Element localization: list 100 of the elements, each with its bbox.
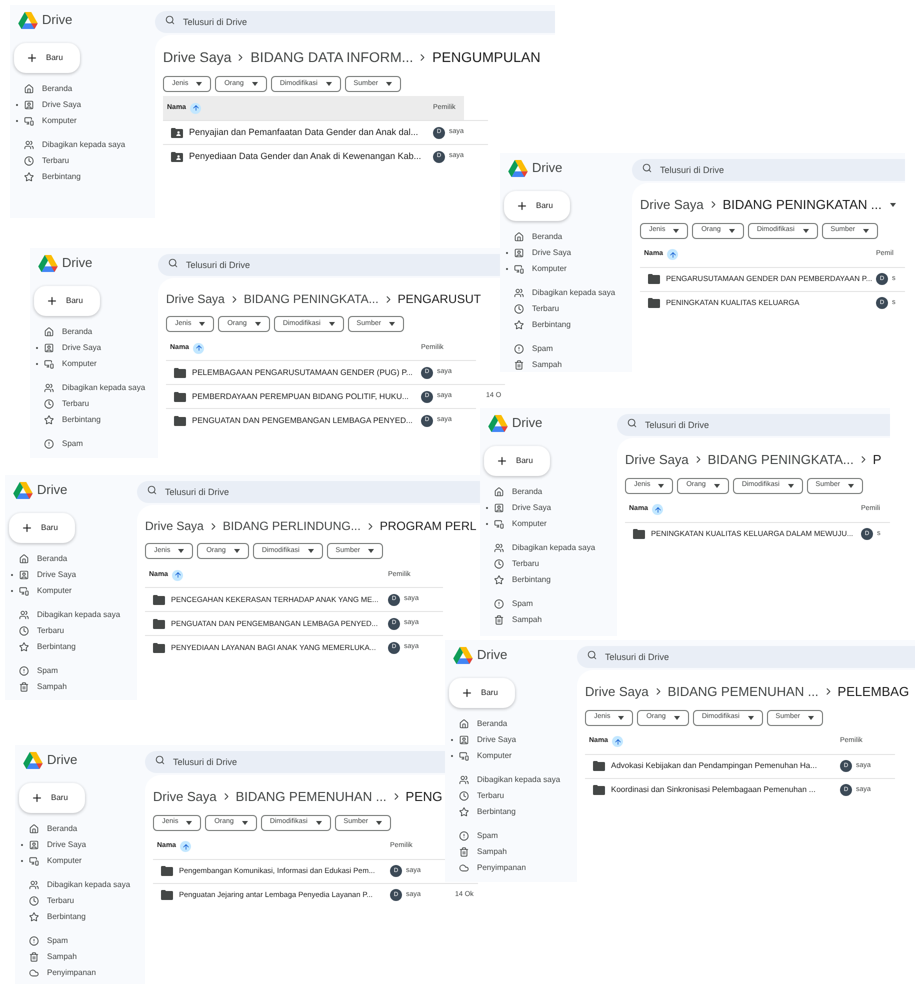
nav-item[interactable]: Drive Saya: [34, 340, 158, 356]
breadcrumb-item[interactable]: PENGARUSUT: [398, 290, 481, 308]
nav-item[interactable]: Penyimpanan: [19, 965, 145, 981]
nav-item[interactable]: Drive Saya: [484, 500, 617, 516]
breadcrumb-item[interactable]: BIDANG DATA INFORM...: [250, 47, 414, 68]
nav-item[interactable]: Drive Saya: [19, 837, 145, 853]
breadcrumb-item[interactable]: PROGRAM PERL: [380, 517, 476, 535]
caret-icon: [326, 82, 332, 86]
nav-item[interactable]: Dibagikan kepada saya: [19, 877, 145, 893]
breadcrumb-item[interactable]: Drive Saya: [153, 787, 217, 806]
new-button[interactable]: Baru: [14, 43, 80, 73]
breadcrumb-item[interactable]: Drive Saya: [163, 47, 232, 68]
nav-item[interactable]: Spam: [9, 663, 137, 679]
nav-item[interactable]: Komputer: [504, 261, 632, 277]
nav-item[interactable]: Sampah: [504, 357, 632, 372]
nav-item[interactable]: Sampah: [19, 949, 145, 965]
nav-item[interactable]: Beranda: [34, 324, 158, 340]
plus-icon: [461, 687, 473, 699]
breadcrumb-item[interactable]: BIDANG PENINGKATA...: [244, 290, 379, 308]
nav-item[interactable]: Terbaru: [9, 623, 137, 639]
search-field[interactable]: Telusuri di Drive: [617, 414, 890, 436]
nav-item[interactable]: Beranda: [449, 716, 577, 732]
nav-item[interactable]: Drive Saya: [504, 245, 632, 261]
breadcrumb-item[interactable]: PELEMBAG: [838, 682, 910, 702]
search-field[interactable]: Telusuri di Drive: [155, 11, 555, 33]
nav-item[interactable]: Terbaru: [484, 556, 617, 572]
nav-item[interactable]: Berbintang: [449, 804, 577, 820]
nav-item[interactable]: Berbintang: [14, 169, 155, 185]
nav-item[interactable]: Dibagikan kepada saya: [484, 540, 617, 556]
breadcrumb-item[interactable]: PENG: [406, 787, 442, 806]
new-button[interactable]: Baru: [484, 446, 550, 476]
nav-item[interactable]: Sampah: [449, 844, 577, 860]
nav-item[interactable]: Berbintang: [19, 909, 145, 925]
nav-item[interactable]: Beranda: [9, 551, 137, 567]
devices-icon: [459, 751, 469, 761]
search-field[interactable]: Telusuri di Drive: [137, 481, 480, 503]
people-icon: [494, 543, 504, 553]
nav-item[interactable]: Sampah: [9, 679, 137, 695]
new-button[interactable]: Baru: [449, 678, 515, 708]
nav-item[interactable]: Drive Saya: [14, 97, 155, 113]
search-field[interactable]: Telusuri di Drive: [577, 646, 915, 668]
nav-item[interactable]: Komputer: [449, 748, 577, 764]
nav-item[interactable]: Berbintang: [34, 412, 158, 428]
caret-icon: [308, 549, 314, 553]
nav-item[interactable]: Drive Saya: [449, 732, 577, 748]
nav-item[interactable]: Berbintang: [484, 572, 617, 588]
nav-item[interactable]: Terbaru: [449, 788, 577, 804]
clock-icon: [459, 791, 469, 801]
new-button[interactable]: Baru: [9, 513, 75, 543]
nav-item[interactable]: Beranda: [14, 81, 155, 97]
nav-item[interactable]: Berbintang: [9, 639, 137, 655]
nav-item[interactable]: Terbaru: [14, 153, 155, 169]
nav-item[interactable]: Dibagikan kepada saya: [34, 380, 158, 396]
breadcrumb-item[interactable]: Drive Saya: [145, 517, 204, 535]
nav-item[interactable]: Terbaru: [504, 301, 632, 317]
new-button[interactable]: Baru: [19, 783, 85, 813]
nav-item[interactable]: Beranda: [484, 484, 617, 500]
nav-item[interactable]: Dibagikan kepada saya: [14, 137, 155, 153]
nav-item[interactable]: Spam: [484, 596, 617, 612]
nav-item[interactable]: Berbintang: [504, 317, 632, 333]
breadcrumb-item[interactable]: BIDANG PEMENUHAN ...: [236, 787, 387, 806]
nav-item[interactable]: Komputer: [34, 356, 158, 372]
nav-item[interactable]: Dibagikan kepada saya: [504, 285, 632, 301]
breadcrumb-item[interactable]: BIDANG PERLINDUNG...: [222, 517, 361, 535]
search-field[interactable]: Telusuri di Drive: [632, 159, 905, 181]
nav-item[interactable]: Komputer: [19, 853, 145, 869]
nav-item[interactable]: Dibagikan kepada saya: [9, 607, 137, 623]
nav-item[interactable]: Spam: [504, 341, 632, 357]
new-button[interactable]: Baru: [34, 286, 100, 316]
nav-item[interactable]: Terbaru: [19, 893, 145, 909]
breadcrumb-item[interactable]: BIDANG PEMENUHAN ...: [668, 682, 819, 702]
nav-item[interactable]: Dibagikan kepada saya: [449, 772, 577, 788]
nav-item[interactable]: Komputer: [9, 583, 137, 599]
trash-icon: [29, 952, 39, 962]
breadcrumb-item[interactable]: BIDANG PENINGKATAN ...: [722, 195, 882, 214]
nav-item[interactable]: Terbaru: [34, 396, 158, 412]
breadcrumb-item[interactable]: Drive Saya: [625, 450, 689, 470]
breadcrumb-item[interactable]: BIDANG PENINGKATA...: [708, 450, 854, 470]
plus-icon: [516, 200, 528, 212]
search-field[interactable]: Telusuri di Drive: [145, 751, 445, 773]
breadcrumb-item[interactable]: Drive Saya: [640, 195, 704, 214]
breadcrumb-item[interactable]: PENGUMPULAN: [432, 47, 540, 68]
nav-item[interactable]: Spam: [449, 828, 577, 844]
new-button[interactable]: Baru: [504, 191, 570, 221]
nav-item[interactable]: Drive Saya: [9, 567, 137, 583]
breadcrumb-item[interactable]: P: [872, 450, 882, 470]
breadcrumb-item[interactable]: Drive Saya: [585, 682, 649, 702]
nav-item[interactable]: Penyimpanan: [449, 860, 577, 876]
caret-icon: [389, 322, 396, 326]
search-field[interactable]: Telusuri di Drive: [158, 254, 500, 276]
caret-icon: [252, 82, 258, 86]
nav-item[interactable]: Komputer: [14, 113, 155, 129]
nav-item[interactable]: Komputer: [484, 516, 617, 532]
nav-item[interactable]: Spam: [34, 436, 158, 452]
breadcrumb-item[interactable]: Drive Saya: [166, 290, 225, 308]
nav-item[interactable]: Beranda: [19, 821, 145, 837]
nav-item[interactable]: Spam: [19, 933, 145, 949]
nav-item[interactable]: Sampah: [484, 612, 617, 628]
caret-icon: [254, 322, 261, 326]
nav-item[interactable]: Beranda: [504, 229, 632, 245]
